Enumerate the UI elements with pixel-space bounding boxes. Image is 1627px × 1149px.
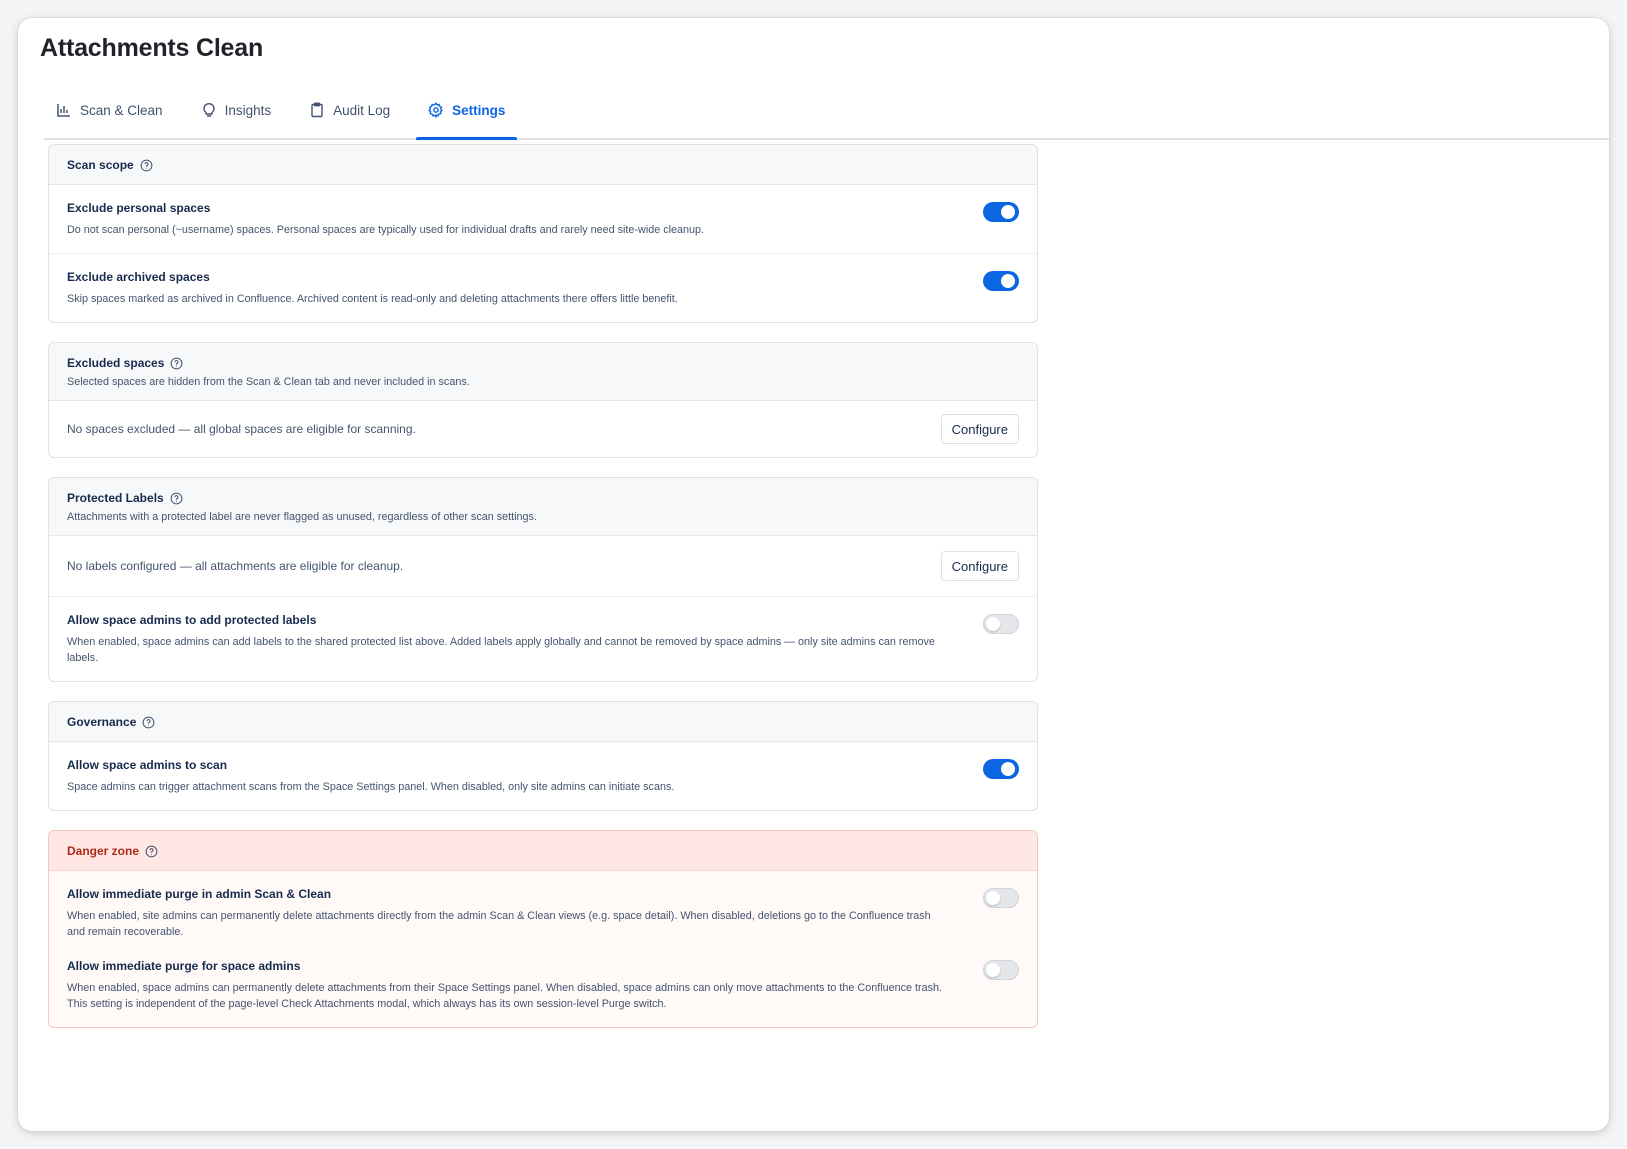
toggle-knob (1001, 205, 1015, 219)
toggle-knob (986, 891, 1000, 905)
gear-icon (428, 102, 443, 118)
card-header: Governance (49, 702, 1037, 742)
setting-text: Allow space admins to scan Space admins … (67, 758, 674, 795)
card-title-text: Danger zone (67, 844, 140, 858)
toggle-knob (1001, 274, 1015, 288)
setting-text: Allow immediate purge for space admins W… (67, 959, 947, 1012)
card-title: Excluded spaces (67, 356, 1019, 370)
card-subtitle: Selected spaces are hidden from the Scan… (67, 376, 470, 388)
setting-description: Skip spaces marked as archived in Conflu… (67, 293, 678, 305)
admins-add-labels-toggle[interactable] (983, 614, 1019, 634)
tab-label: Settings (452, 102, 506, 118)
help-icon[interactable] (170, 357, 183, 370)
toggle-knob (986, 963, 1000, 977)
setting-row-purge-space-admins: Allow immediate purge for space admins W… (49, 955, 1037, 1027)
setting-description: Space admins can trigger attachment scan… (67, 781, 675, 793)
help-icon[interactable] (142, 716, 155, 729)
exclude-personal-toggle[interactable] (983, 202, 1019, 222)
setting-title: Allow immediate purge for space admins (67, 959, 301, 973)
protected-labels-row: No labels configured — all attachments a… (49, 536, 1037, 597)
setting-text: Allow space admins to add protected labe… (67, 613, 947, 666)
tab-insights[interactable]: Insights (189, 86, 284, 138)
setting-text: Exclude archived spaces Skip spaces mark… (67, 270, 678, 307)
scan-scope-card: Scan scope Exclude personal spaces Do no… (48, 144, 1038, 323)
card-title: Scan scope (67, 158, 1019, 172)
setting-text: Allow immediate purge in admin Scan & Cl… (67, 887, 947, 940)
excluded-spaces-status: No spaces excluded — all global spaces a… (67, 422, 416, 436)
card-title-text: Excluded spaces (67, 356, 165, 370)
page-title: Attachments Clean (40, 34, 264, 62)
bar-chart-icon (57, 104, 70, 117)
card-title-text: Protected Labels (67, 491, 164, 505)
card-header: Danger zone (49, 831, 1037, 871)
setting-title: Exclude archived spaces (67, 270, 210, 284)
setting-title: Allow immediate purge in admin Scan & Cl… (67, 887, 332, 901)
tab-scan-clean[interactable]: Scan & Clean (44, 86, 175, 138)
help-icon[interactable] (170, 492, 183, 505)
card-subtitle: Attachments with a protected label are n… (67, 511, 537, 523)
setting-row-purge-admin: Allow immediate purge in admin Scan & Cl… (49, 871, 1037, 955)
setting-title: Exclude personal spaces (67, 201, 211, 215)
danger-zone-card: Danger zone Allow immediate purge in adm… (48, 830, 1038, 1028)
help-icon[interactable] (145, 845, 158, 858)
setting-description: Do not scan personal (~username) spaces.… (67, 224, 705, 236)
toggle-knob (1001, 762, 1015, 776)
card-header: Excluded spaces Selected spaces are hidd… (49, 343, 1037, 401)
help-icon[interactable] (140, 159, 153, 172)
setting-title: Allow space admins to scan (67, 758, 228, 772)
tab-audit-log[interactable]: Audit Log (297, 86, 402, 138)
setting-row-admins-add-labels: Allow space admins to add protected labe… (49, 597, 1037, 681)
setting-description: When enabled, space admins can permanent… (67, 982, 943, 1010)
setting-row-exclude-personal: Exclude personal spaces Do not scan pers… (49, 185, 1037, 254)
setting-row-exclude-archived: Exclude archived spaces Skip spaces mark… (49, 254, 1037, 322)
app-window: Attachments Clean Scan & Clean Insights … (18, 18, 1609, 1131)
setting-description: When enabled, site admins can permanentl… (67, 910, 931, 938)
settings-content: Scan scope Exclude personal spaces Do no… (48, 144, 1038, 1047)
tab-label: Audit Log (333, 102, 391, 118)
tab-label: Insights (224, 102, 272, 118)
setting-title: Allow space admins to add protected labe… (67, 613, 317, 627)
toggle-knob (986, 617, 1000, 631)
card-header: Protected Labels Attachments with a prot… (49, 478, 1037, 536)
tab-settings[interactable]: Settings (416, 86, 518, 140)
protected-labels-card: Protected Labels Attachments with a prot… (48, 477, 1038, 682)
exclude-archived-toggle[interactable] (983, 271, 1019, 291)
purge-admin-toggle[interactable] (983, 888, 1019, 908)
card-header: Scan scope (49, 145, 1037, 185)
tab-bar: Scan & Clean Insights Audit Log Settings (44, 88, 1609, 140)
setting-description: When enabled, space admins can add label… (67, 636, 935, 664)
excluded-spaces-card: Excluded spaces Selected spaces are hidd… (48, 342, 1038, 458)
card-title-text: Scan scope (67, 158, 134, 172)
configure-excluded-spaces-button[interactable]: Configure (940, 414, 1019, 444)
clipboard-icon (311, 102, 323, 118)
setting-row-admins-scan: Allow space admins to scan Space admins … (49, 742, 1037, 810)
setting-text: Exclude personal spaces Do not scan pers… (67, 201, 704, 238)
tab-label: Scan & Clean (80, 102, 163, 118)
governance-card: Governance Allow space admins to scan Sp… (48, 701, 1038, 811)
card-title: Governance (67, 715, 1019, 729)
card-title: Protected Labels (67, 491, 1019, 505)
admins-scan-toggle[interactable] (983, 759, 1019, 779)
protected-labels-status: No labels configured — all attachments a… (67, 559, 404, 573)
card-title-text: Governance (67, 715, 137, 729)
lightbulb-icon (202, 103, 215, 117)
purge-space-admins-toggle[interactable] (983, 960, 1019, 980)
excluded-spaces-row: No spaces excluded — all global spaces a… (49, 401, 1037, 457)
configure-protected-labels-button[interactable]: Configure (940, 551, 1019, 581)
card-title: Danger zone (67, 844, 1019, 858)
